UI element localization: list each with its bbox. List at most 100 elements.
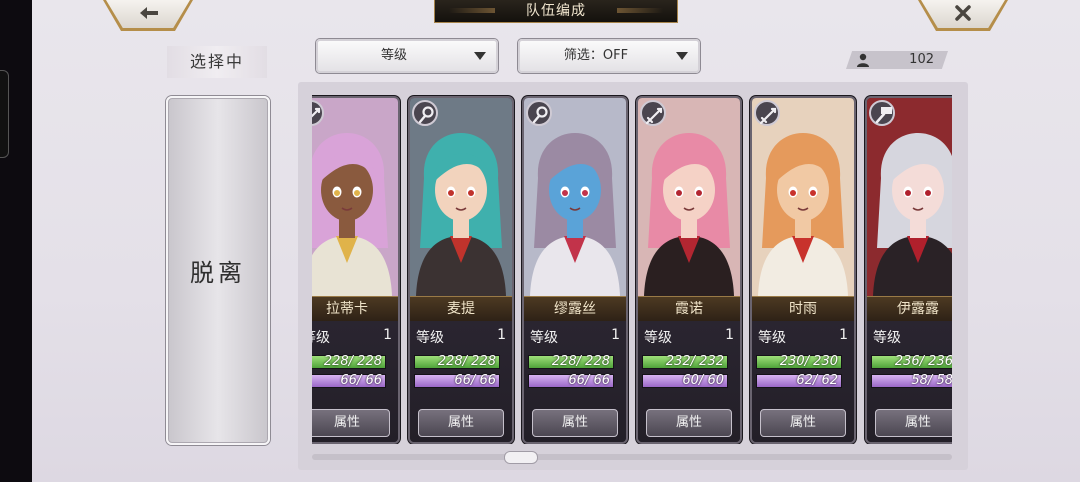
level-value: 1 (839, 327, 848, 343)
level-row: 等级 1 (312, 325, 392, 346)
hp-bar: 228/ 228 (312, 354, 386, 369)
character-card[interactable]: 麦提 等级 1 228/ 228 66/ 66 属性 (408, 96, 514, 444)
leave-button[interactable]: 脱离 (166, 96, 270, 445)
hp-current: 228/ (551, 354, 582, 369)
character-name: 霞诺 (638, 296, 740, 322)
level-value: 1 (383, 327, 392, 343)
filter-dropdown-value: 筛选：OFF (563, 48, 629, 63)
mp-max: 66 (479, 373, 496, 388)
mp-bar: 66/ 66 (312, 373, 386, 388)
hp-current: 228/ (323, 354, 354, 369)
character-stats: 等级 1 228/ 228 66/ 66 属性 (312, 321, 398, 442)
level-label: 等级 (644, 330, 672, 346)
hammer-icon (869, 100, 895, 126)
hp-max: 232 (699, 354, 724, 369)
level-label: 等级 (416, 330, 444, 346)
character-card[interactable]: 缪露丝 等级 1 228/ 228 66/ 66 属性 (522, 96, 628, 444)
character-portrait[interactable] (312, 98, 398, 296)
character-stats: 等级 1 232/ 232 60/ 60 属性 (638, 321, 740, 442)
party-count-badge: 102 (846, 51, 948, 69)
hp-bar: 228/ 228 (528, 354, 614, 369)
selecting-label: 选择中 (167, 46, 267, 78)
level-label: 等级 (873, 330, 901, 346)
attribute-button[interactable]: 属性 (646, 409, 732, 437)
hp-bar: 232/ 232 (642, 354, 728, 369)
horizontal-scrollbar[interactable] (312, 454, 952, 460)
hp-current: 228/ (437, 354, 468, 369)
character-card-list[interactable]: 拉蒂卡 等级 1 228/ 228 66/ 66 属性 (312, 92, 952, 444)
mp-max: 60 (707, 373, 724, 388)
mp-bar: 60/ 60 (642, 373, 728, 388)
level-row: 等级 1 (642, 325, 734, 346)
hp-max: 236 (928, 354, 952, 369)
mp-max: 62 (821, 373, 838, 388)
hp-max: 230 (813, 354, 838, 369)
close-icon (955, 5, 971, 21)
hp-current: 236/ (894, 354, 925, 369)
attribute-button[interactable]: 属性 (532, 409, 618, 437)
back-arrow-icon (140, 7, 158, 19)
hp-max: 228 (585, 354, 610, 369)
character-name: 拉蒂卡 (312, 296, 398, 322)
mp-bar: 66/ 66 (528, 373, 614, 388)
mp-max: 58 (936, 373, 952, 388)
character-card[interactable]: 时雨 等级 1 230/ 230 62/ 62 属性 (750, 96, 856, 444)
mp-max: 66 (593, 373, 610, 388)
level-row: 等级 1 (756, 325, 848, 346)
level-value: 1 (611, 327, 620, 343)
chevron-down-icon (474, 52, 486, 60)
attribute-button[interactable]: 属性 (760, 409, 846, 437)
mp-current: 66/ (568, 373, 590, 388)
mp-current: 58/ (911, 373, 933, 388)
level-row: 等级 1 (528, 325, 620, 346)
character-stats: 等级 1 228/ 228 66/ 66 属性 (410, 321, 512, 442)
level-value: 1 (725, 327, 734, 343)
character-portrait[interactable] (410, 98, 512, 296)
character-card[interactable]: 拉蒂卡 等级 1 228/ 228 66/ 66 属性 (312, 96, 400, 444)
character-portrait[interactable] (752, 98, 854, 296)
sword-icon (754, 100, 780, 126)
mp-bar: 62/ 62 (756, 373, 842, 388)
mp-current: 62/ (796, 373, 818, 388)
hp-bar: 236/ 236 (871, 354, 952, 369)
mp-max: 66 (365, 373, 382, 388)
hp-max: 228 (357, 354, 382, 369)
attribute-button[interactable]: 属性 (418, 409, 504, 437)
hp-current: 230/ (779, 354, 810, 369)
scrollbar-thumb[interactable] (504, 451, 538, 464)
sort-dropdown[interactable]: 等级 (316, 39, 498, 73)
character-portrait[interactable] (638, 98, 740, 296)
level-row: 等级 1 (414, 325, 506, 346)
hp-bar: 230/ 230 (756, 354, 842, 369)
sort-dropdown-value: 等级 (380, 48, 407, 63)
character-card[interactable]: 伊露露 等级 1 236/ 236 58/ 58 属性 (865, 96, 952, 444)
wand-icon (412, 100, 438, 126)
character-name: 麦提 (410, 296, 512, 322)
mp-current: 66/ (340, 373, 362, 388)
chevron-down-icon (676, 52, 688, 60)
mp-bar: 66/ 66 (414, 373, 500, 388)
filter-dropdown[interactable]: 筛选：OFF (518, 39, 700, 73)
party-count: 102 (909, 52, 934, 67)
character-card[interactable]: 霞诺 等级 1 232/ 232 60/ 60 属性 (636, 96, 742, 444)
character-stats: 等级 1 228/ 228 66/ 66 属性 (524, 321, 626, 442)
character-name: 伊露露 (867, 296, 952, 322)
character-name: 缪露丝 (524, 296, 626, 322)
mp-current: 60/ (682, 373, 704, 388)
wand-icon (526, 100, 552, 126)
hp-current: 232/ (665, 354, 696, 369)
page-title: 队伍编成 (434, 0, 678, 23)
user-icon (857, 53, 869, 67)
level-value: 1 (497, 327, 506, 343)
level-label: 等级 (312, 330, 330, 346)
character-name: 时雨 (752, 296, 854, 322)
mp-current: 66/ (454, 373, 476, 388)
character-portrait[interactable] (524, 98, 626, 296)
attribute-button[interactable]: 属性 (312, 409, 390, 437)
character-stats: 等级 1 230/ 230 62/ 62 属性 (752, 321, 854, 442)
character-stats: 等级 1 236/ 236 58/ 58 属性 (867, 321, 952, 442)
attribute-button[interactable]: 属性 (875, 409, 952, 437)
hp-bar: 228/ 228 (414, 354, 500, 369)
character-portrait[interactable] (867, 98, 952, 296)
level-label: 等级 (758, 330, 786, 346)
